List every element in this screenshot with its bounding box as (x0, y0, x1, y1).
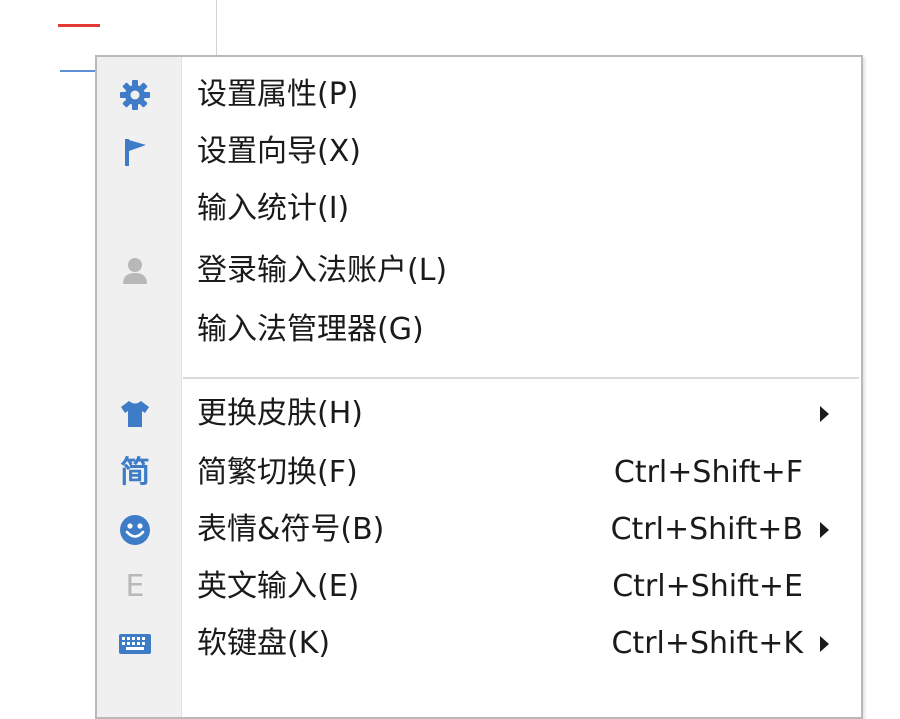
menu-item-label: 软键盘(K) (197, 626, 331, 661)
menu-item-shortcut: Ctrl+Shift+B (610, 512, 803, 547)
menu-item-simplified-traditional[interactable]: 简 简繁切换(F) Ctrl+Shift+F (97, 445, 861, 501)
simplified-char-icon: 简 (120, 455, 150, 490)
background-window (0, 0, 217, 58)
background-blue-accent (60, 70, 96, 72)
menu-item-label: 表情&符号(B) (197, 512, 385, 547)
menu-item-login-account[interactable]: 登录输入法账户(L) (97, 243, 861, 299)
menu-separator (183, 377, 859, 379)
menu-item-label: 登录输入法账户(L) (197, 253, 448, 288)
menu-item-ime-manager[interactable]: 输入法管理器(G) (97, 302, 861, 358)
menu-item-shortcut: Ctrl+Shift+K (611, 626, 803, 661)
menu-item-setup-wizard[interactable]: 设置向导(X) (97, 124, 861, 180)
background-red-accent (58, 24, 100, 27)
keyboard-icon (117, 626, 153, 662)
menu-item-label: 设置属性(P) (197, 77, 359, 112)
menu-item-shortcut: Ctrl+Shift+F (613, 455, 803, 490)
menu-item-input-stats[interactable]: 输入统计(I) (97, 181, 861, 237)
menu-item-label: 设置向导(X) (197, 134, 361, 169)
menu-item-change-skin[interactable]: 更换皮肤(H) (97, 386, 861, 442)
menu-item-label: 输入法管理器(G) (197, 312, 424, 347)
menu-item-settings[interactable]: 设置属性(P) (97, 67, 861, 123)
menu-item-english-input[interactable]: E 英文输入(E) Ctrl+Shift+E (97, 559, 861, 615)
flag-icon (117, 134, 153, 170)
menu-item-soft-keyboard[interactable]: 软键盘(K) Ctrl+Shift+K (97, 616, 861, 672)
user-icon (117, 253, 153, 289)
shirt-icon (117, 396, 153, 432)
submenu-arrow-icon (820, 522, 829, 538)
submenu-arrow-icon (820, 406, 829, 422)
menu-item-partial[interactable] (97, 677, 861, 717)
menu-item-shortcut: Ctrl+Shift+E (612, 569, 803, 604)
menu-item-label: 输入统计(I) (197, 191, 350, 226)
menu-item-label: 英文输入(E) (197, 569, 360, 604)
menu-item-emoji-symbols[interactable]: 表情&符号(B) Ctrl+Shift+B (97, 502, 861, 558)
submenu-arrow-icon (820, 636, 829, 652)
letter-e-icon: E (125, 569, 145, 604)
gear-icon (117, 77, 153, 113)
context-menu: 设置属性(P) 设置向导(X) 输入统计(I) 登录输入法账户(L) 输入法管理… (95, 55, 863, 719)
smiley-icon (117, 512, 153, 548)
menu-item-label: 简繁切换(F) (197, 455, 358, 490)
menu-item-label: 更换皮肤(H) (197, 396, 363, 431)
